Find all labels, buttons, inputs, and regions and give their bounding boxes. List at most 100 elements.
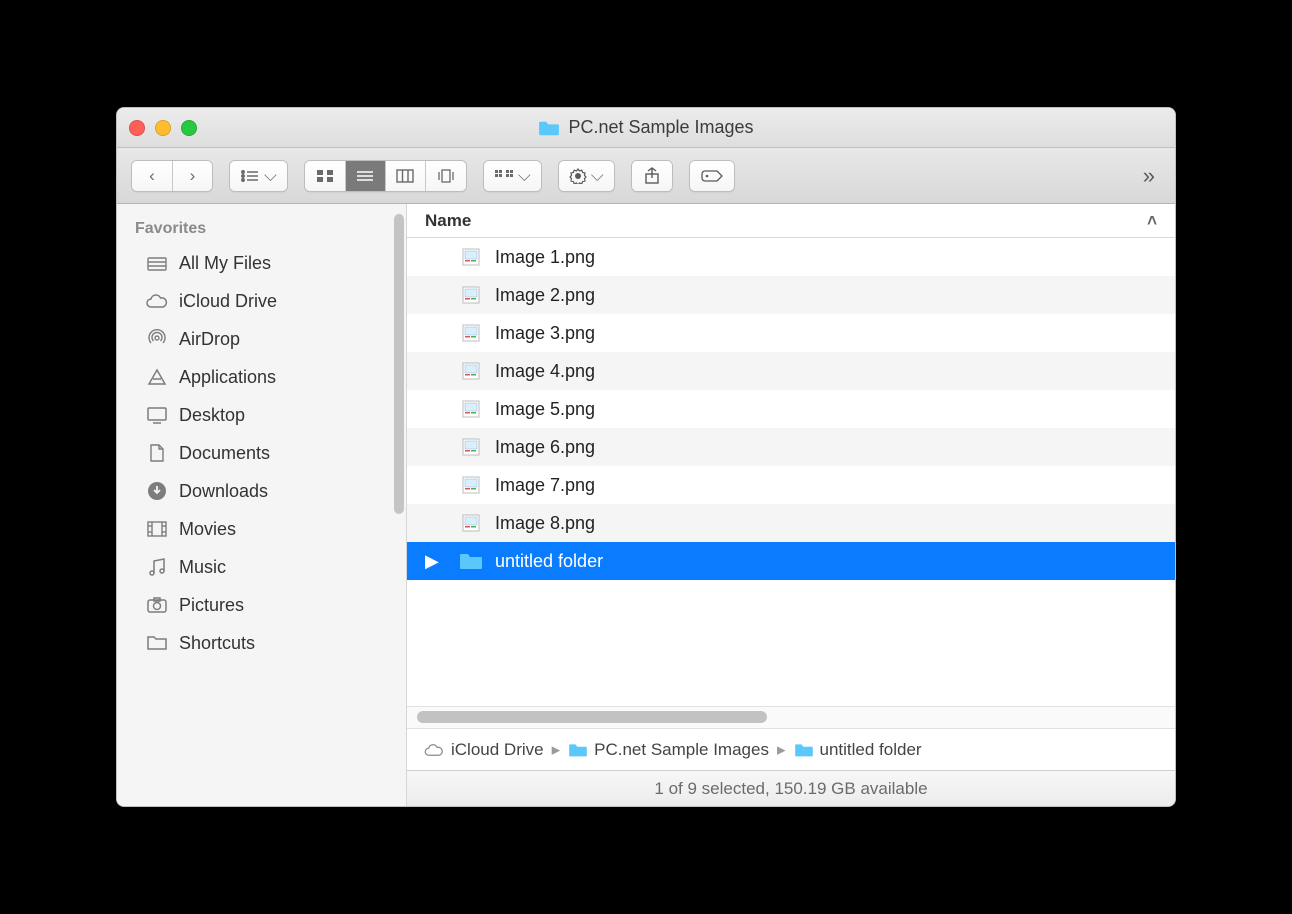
- finder-window: PC.net Sample Images ‹ › ⌵: [116, 107, 1176, 807]
- horizontal-scrollbar-thumb[interactable]: [417, 711, 767, 723]
- view-columns-button[interactable]: [385, 161, 425, 191]
- file-row[interactable]: ▶Image 7.png: [407, 466, 1175, 504]
- file-name: Image 4.png: [495, 361, 595, 382]
- status-bar: 1 of 9 selected, 150.19 GB available: [407, 770, 1175, 806]
- arrange-button[interactable]: ⌵: [229, 160, 288, 192]
- movies-icon: [145, 518, 169, 540]
- airdrop-icon: [145, 328, 169, 350]
- downloads-icon: [145, 480, 169, 502]
- folder-icon: [459, 550, 483, 572]
- toolbar-overflow[interactable]: »: [1137, 163, 1161, 189]
- share-menu[interactable]: [632, 161, 672, 191]
- view-buttons: [304, 160, 467, 192]
- main-split: Favorites All My Files iCloud Drive AirD…: [117, 204, 1175, 806]
- sidebar-item-label: Desktop: [179, 405, 245, 426]
- image-file-icon: [459, 436, 483, 458]
- forward-button[interactable]: ›: [172, 161, 212, 191]
- column-name-label: Name: [425, 211, 471, 231]
- tags-button[interactable]: [689, 160, 735, 192]
- sidebar-item-shortcuts[interactable]: Shortcuts: [117, 624, 406, 662]
- file-row[interactable]: ▶Image 1.png: [407, 238, 1175, 276]
- sidebar-item-label: Music: [179, 557, 226, 578]
- column-header[interactable]: Name ˄: [407, 204, 1175, 238]
- nav-buttons: ‹ ›: [131, 160, 213, 192]
- view-coverflow-button[interactable]: [425, 161, 466, 191]
- sidebar-item-pictures[interactable]: Pictures: [117, 586, 406, 624]
- image-file-icon: [459, 284, 483, 306]
- tag-icon: [700, 169, 724, 183]
- content-pane: Name ˄ ▶Image 1.png▶Image 2.png▶Image 3.…: [407, 204, 1175, 806]
- traffic-lights: [129, 120, 197, 136]
- sidebar-scrollbar[interactable]: [394, 214, 404, 514]
- sidebar-item-label: Pictures: [179, 595, 244, 616]
- image-file-icon: [459, 360, 483, 382]
- file-row[interactable]: ▶Image 3.png: [407, 314, 1175, 352]
- minimize-button[interactable]: [155, 120, 171, 136]
- group-button[interactable]: ⌵: [483, 160, 542, 192]
- sidebar-item-music[interactable]: Music: [117, 548, 406, 586]
- file-row[interactable]: ▶Image 8.png: [407, 504, 1175, 542]
- action-button[interactable]: ⌵: [558, 160, 615, 192]
- sidebar-item-all-my-files[interactable]: All My Files: [117, 244, 406, 282]
- image-file-icon: [459, 398, 483, 420]
- file-list: ▶Image 1.png▶Image 2.png▶Image 3.png▶Ima…: [407, 238, 1175, 706]
- tags-menu[interactable]: [690, 161, 734, 191]
- image-file-icon: [459, 246, 483, 268]
- sidebar-item-movies[interactable]: Movies: [117, 510, 406, 548]
- horizontal-scrollbar-track[interactable]: [407, 706, 1175, 728]
- music-icon: [145, 556, 169, 578]
- documents-icon: [145, 442, 169, 464]
- path-segment-current[interactable]: untitled folder: [794, 740, 922, 760]
- path-bar: iCloud Drive ▸ PC.net Sample Images ▸ un…: [407, 728, 1175, 770]
- file-row[interactable]: ▶Image 4.png: [407, 352, 1175, 390]
- action-menu[interactable]: ⌵: [559, 161, 614, 191]
- file-row[interactable]: ▶Image 6.png: [407, 428, 1175, 466]
- applications-icon: [145, 366, 169, 388]
- columns-icon: [396, 169, 414, 183]
- titlebar: PC.net Sample Images: [117, 108, 1175, 148]
- share-icon: [644, 167, 660, 185]
- sidebar-item-desktop[interactable]: Desktop: [117, 396, 406, 434]
- path-segment-folder[interactable]: PC.net Sample Images: [568, 740, 769, 760]
- sidebar-item-icloud-drive[interactable]: iCloud Drive: [117, 282, 406, 320]
- close-button[interactable]: [129, 120, 145, 136]
- folder-icon: [794, 742, 814, 758]
- file-name: Image 2.png: [495, 285, 595, 306]
- image-file-icon: [459, 512, 483, 534]
- folder-icon: [145, 632, 169, 654]
- view-list-button[interactable]: [345, 161, 385, 191]
- file-name: Image 8.png: [495, 513, 595, 534]
- sidebar-item-label: Applications: [179, 367, 276, 388]
- path-segment-icloud[interactable]: iCloud Drive: [423, 740, 544, 760]
- sidebar-item-airdrop[interactable]: AirDrop: [117, 320, 406, 358]
- icloud-icon: [145, 290, 169, 312]
- back-button[interactable]: ‹: [132, 161, 172, 191]
- share-button[interactable]: [631, 160, 673, 192]
- image-file-icon: [459, 474, 483, 496]
- sidebar: Favorites All My Files iCloud Drive AirD…: [117, 204, 407, 806]
- list-view-icon: [356, 169, 374, 183]
- folder-row[interactable]: ▶ untitled folder: [407, 542, 1175, 580]
- disclosure-triangle-icon[interactable]: ▶: [425, 551, 439, 572]
- file-row[interactable]: ▶Image 2.png: [407, 276, 1175, 314]
- zoom-button[interactable]: [181, 120, 197, 136]
- sidebar-item-label: iCloud Drive: [179, 291, 277, 312]
- path-separator-icon: ▸: [777, 740, 786, 760]
- group-menu[interactable]: ⌵: [484, 161, 541, 191]
- sidebar-item-label: Shortcuts: [179, 633, 255, 654]
- sidebar-item-applications[interactable]: Applications: [117, 358, 406, 396]
- file-name: Image 7.png: [495, 475, 595, 496]
- window-title-text: PC.net Sample Images: [568, 117, 753, 138]
- arrange-menu[interactable]: ⌵: [230, 161, 287, 191]
- view-icons-button[interactable]: [305, 161, 345, 191]
- sidebar-item-label: Documents: [179, 443, 270, 464]
- path-separator-icon: ▸: [552, 740, 561, 760]
- sidebar-item-downloads[interactable]: Downloads: [117, 472, 406, 510]
- sidebar-item-documents[interactable]: Documents: [117, 434, 406, 472]
- file-row[interactable]: ▶Image 5.png: [407, 390, 1175, 428]
- folder-icon: [568, 742, 588, 758]
- path-label: iCloud Drive: [451, 740, 544, 760]
- file-name: Image 5.png: [495, 399, 595, 420]
- file-name: untitled folder: [495, 551, 603, 572]
- all-my-files-icon: [145, 252, 169, 274]
